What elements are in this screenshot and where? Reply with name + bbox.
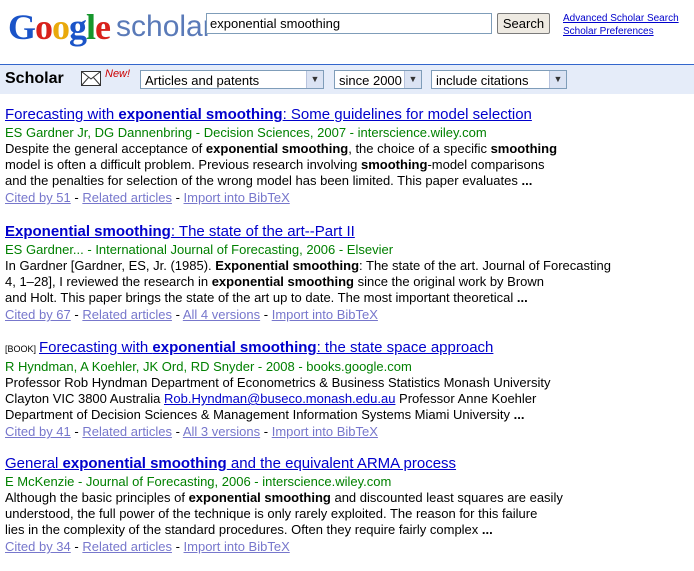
cited-by-link[interactable]: Cited by 34 — [5, 539, 71, 554]
cited-by-link[interactable]: Cited by 41 — [5, 424, 71, 439]
result-title-link[interactable]: General exponential smoothing and the eq… — [5, 455, 456, 472]
year-value: since 2000 — [339, 73, 402, 88]
chevron-down-icon: ▼ — [306, 71, 323, 88]
result-authors: ES Gardner... - International Journal of… — [5, 242, 394, 257]
google-logo-text: Google — [8, 7, 111, 47]
result-title-link[interactable]: Exponential smoothing: The state of the … — [5, 223, 355, 240]
google-scholar-logo[interactable]: Google scholar — [8, 6, 213, 48]
results-list: Forecasting with exponential smoothing: … — [5, 105, 685, 555]
citations-value: include citations — [436, 73, 529, 88]
chevron-down-icon: ▼ — [549, 71, 566, 88]
scholar-preferences-link[interactable]: Scholar Preferences — [563, 25, 679, 38]
year-select[interactable]: since 2000 ▼ — [334, 70, 422, 89]
header: Googlescholar Search Advanced Scholar Se… — [0, 0, 694, 62]
result-snippet: In Gardner [Gardner, ES, Jr. (1985). Exp… — [5, 258, 611, 305]
import-bibtex-link[interactable]: Import into BibTeX — [184, 539, 290, 554]
citations-select[interactable]: include citations ▼ — [431, 70, 567, 89]
result-item: [BOOK] Forecasting with exponential smoot… — [5, 338, 685, 454]
search-button[interactable]: Search — [497, 13, 550, 34]
bar-title: Scholar — [5, 70, 64, 87]
email-alert-icon[interactable] — [81, 71, 101, 86]
result-authors: E McKenzie - Journal of Forecasting, 200… — [5, 474, 392, 489]
import-bibtex-link[interactable]: Import into BibTeX — [184, 190, 290, 205]
result-item: Exponential smoothing: The state of the … — [5, 222, 685, 338]
chevron-down-icon: ▼ — [404, 71, 421, 88]
scholar-logo-text: scholar — [116, 10, 213, 43]
related-articles-link[interactable]: Related articles — [82, 307, 172, 322]
all-versions-link[interactable]: All 3 versions — [183, 424, 260, 439]
import-bibtex-link[interactable]: Import into BibTeX — [272, 307, 378, 322]
new-label: New! — [105, 68, 131, 80]
advanced-scholar-search-link[interactable]: Advanced Scholar Search — [563, 12, 679, 25]
result-snippet: Although the basic principles of exponen… — [5, 490, 563, 537]
related-articles-link[interactable]: Related articles — [82, 190, 172, 205]
search-input[interactable] — [206, 13, 492, 34]
email-link[interactable]: Rob.Hyndman@buseco.monash.edu.au — [164, 391, 395, 406]
result-links: Cited by 51 - Related articles - Import … — [5, 190, 290, 205]
result-authors: R Hyndman, A Koehler, JK Ord, RD Snyder … — [5, 359, 412, 374]
all-versions-link[interactable]: All 4 versions — [183, 307, 260, 322]
cited-by-link[interactable]: Cited by 51 — [5, 190, 71, 205]
cited-by-link[interactable]: Cited by 67 — [5, 307, 71, 322]
import-bibtex-link[interactable]: Import into BibTeX — [272, 424, 378, 439]
result-item: Forecasting with exponential smoothing: … — [5, 105, 685, 222]
result-title-link[interactable]: Forecasting with exponential smoothing: … — [5, 106, 532, 123]
related-articles-link[interactable]: Related articles — [82, 539, 172, 554]
book-tag: [BOOK] — [5, 344, 37, 354]
result-snippet: Professor Rob Hyndman Department of Econ… — [5, 375, 551, 422]
top-links: Advanced Scholar Search Scholar Preferen… — [563, 12, 679, 38]
result-authors: ES Gardner Jr, DG Dannenbring - Decision… — [5, 125, 487, 140]
article-type-select[interactable]: Articles and patents ▼ — [140, 70, 324, 89]
result-snippet: Despite the general acceptance of expone… — [5, 141, 558, 188]
result-title-link[interactable]: Forecasting with exponential smoothing: … — [39, 339, 493, 356]
scholar-options-bar: Scholar New! Articles and patents ▼ sinc… — [0, 64, 694, 94]
article-type-value: Articles and patents — [145, 73, 260, 88]
result-item: General exponential smoothing and the eq… — [5, 454, 685, 555]
result-links: Cited by 41 - Related articles - All 3 v… — [5, 424, 378, 439]
result-links: Cited by 67 - Related articles - All 4 v… — [5, 307, 378, 322]
related-articles-link[interactable]: Related articles — [82, 424, 172, 439]
result-links: Cited by 34 - Related articles - Import … — [5, 539, 290, 554]
